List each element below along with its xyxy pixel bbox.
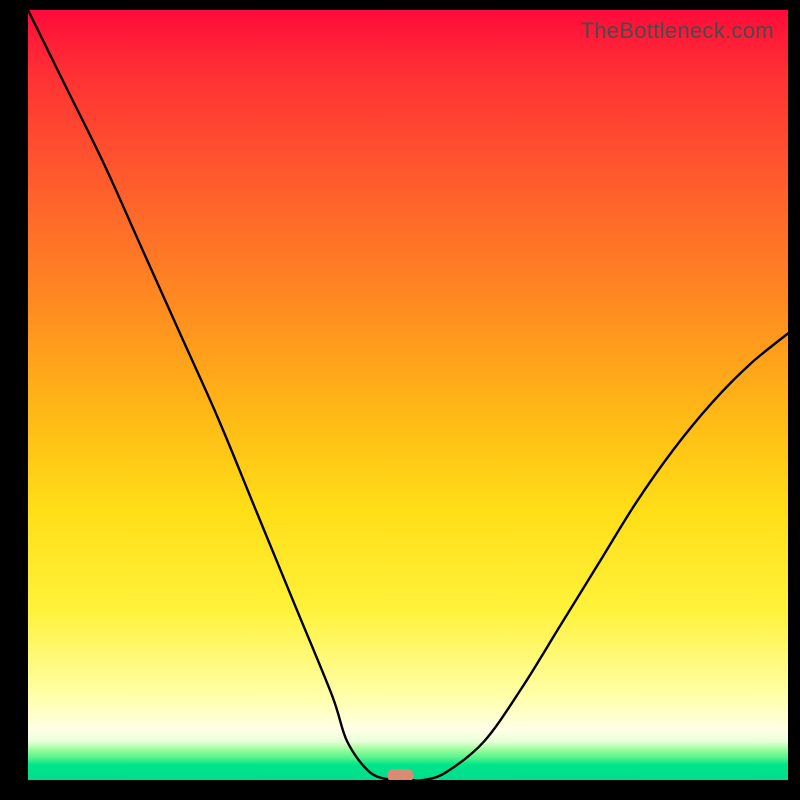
chart-overlay bbox=[28, 10, 788, 780]
bottleneck-curve bbox=[28, 10, 788, 780]
chart-plot-area: TheBottleneck.com bbox=[28, 10, 788, 780]
marker-icon bbox=[387, 769, 413, 780]
chart-frame: TheBottleneck.com bbox=[0, 0, 800, 800]
